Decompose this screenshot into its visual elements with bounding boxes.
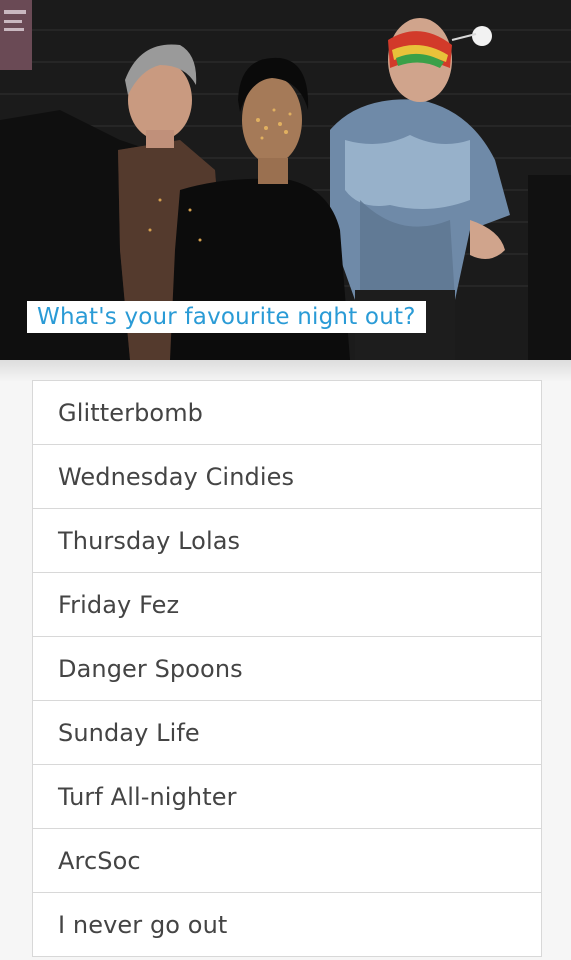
poll-option-label: Thursday Lolas (58, 526, 241, 555)
poll-question: What's your favourite night out? (27, 301, 426, 333)
poll-option-label: Friday Fez (58, 590, 180, 619)
poll-option-friday-fez[interactable]: Friday Fez (32, 573, 542, 637)
photo-shadow (0, 360, 571, 382)
poll-option-label: Turf All-nighter (58, 782, 237, 811)
poll-photo: What's your favourite night out? (0, 0, 571, 360)
poll-option-sunday-life[interactable]: Sunday Life (32, 701, 542, 765)
poll-option-wednesday-cindies[interactable]: Wednesday Cindies (32, 445, 542, 509)
poll-option-label: Glitterbomb (58, 398, 204, 427)
poll-option-thursday-lolas[interactable]: Thursday Lolas (32, 509, 542, 573)
poll-option-danger-spoons[interactable]: Danger Spoons (32, 637, 542, 701)
poll-option-label: Wednesday Cindies (58, 462, 295, 491)
poll-option-arcsoc[interactable]: ArcSoc (32, 829, 542, 893)
poll-option-turf-all-nighter[interactable]: Turf All-nighter (32, 765, 542, 829)
poll-options-list: Glitterbomb Wednesday Cindies Thursday L… (32, 380, 542, 957)
poll-option-i-never-go-out[interactable]: I never go out (32, 893, 542, 957)
poll-option-glitterbomb[interactable]: Glitterbomb (32, 381, 542, 445)
poll-option-label: I never go out (58, 910, 228, 939)
poll-option-label: Danger Spoons (58, 654, 243, 683)
poll-option-label: ArcSoc (58, 846, 141, 875)
poll-option-label: Sunday Life (58, 718, 200, 747)
